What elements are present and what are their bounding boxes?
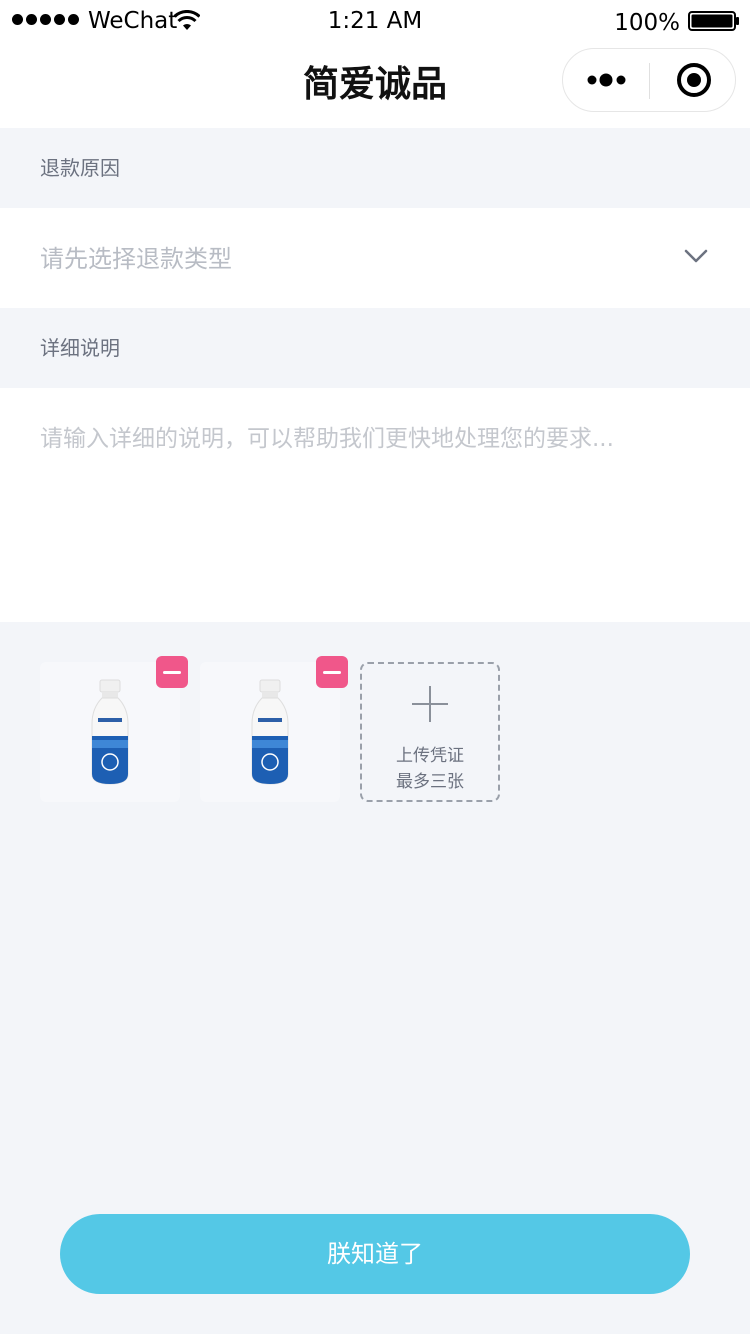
more-button[interactable] (563, 49, 649, 111)
remove-image-1-button[interactable] (156, 656, 188, 688)
status-bar: WeChat 1:21 AM 100% (0, 0, 750, 44)
target-close-icon (677, 63, 711, 97)
battery-percent: 100% (614, 10, 680, 36)
remove-image-2-button[interactable] (316, 656, 348, 688)
refund-type-placeholder: 请先选择退款类型 (40, 245, 232, 273)
battery-icon (688, 11, 739, 31)
detail-label: 详细说明 (40, 336, 120, 360)
upload-label-line1: 上传凭证 (396, 746, 464, 766)
wifi-icon (174, 10, 200, 30)
confirm-button[interactable]: 朕知道了 (60, 1214, 690, 1294)
detail-box (0, 388, 750, 622)
carrier-name: WeChat (88, 8, 178, 34)
yogurt-bottle-image (251, 679, 289, 785)
nav-bar: 简爱诚品 (0, 44, 750, 128)
refund-reason-label: 退款原因 (40, 156, 120, 180)
close-mini-program-button[interactable] (650, 49, 736, 111)
minus-icon (323, 670, 341, 674)
more-dots-icon (587, 73, 626, 87)
refund-type-select[interactable]: 请先选择退款类型 (0, 208, 750, 308)
detail-textarea[interactable] (40, 424, 720, 604)
minus-icon (163, 670, 181, 674)
mini-program-capsule (562, 48, 736, 112)
upload-label-line2: 最多三张 (396, 772, 464, 792)
signal-icon (12, 14, 79, 25)
upload-proof-button[interactable]: 上传凭证 最多三张 (360, 662, 500, 802)
chevron-down-icon[interactable] (684, 248, 708, 264)
yogurt-bottle-image (91, 679, 129, 785)
plus-icon (412, 686, 448, 722)
refund-page: WeChat 1:21 AM 100% 简爱诚品 退款原因 请先选择退款类型 详… (0, 0, 750, 1334)
